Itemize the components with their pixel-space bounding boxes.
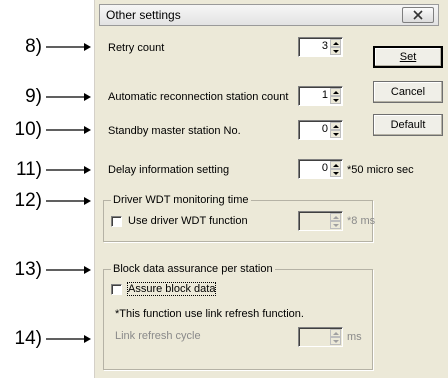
standby-master-value: 0 <box>321 123 328 135</box>
use-driver-wdt-checkbox[interactable] <box>111 216 122 227</box>
spin-down-icon <box>330 337 341 345</box>
callout-number: 10) <box>14 119 42 140</box>
callout-9: 9) <box>0 85 92 109</box>
assure-block-data-checkbox[interactable] <box>111 284 122 295</box>
callout-14: 14) <box>0 327 92 351</box>
spin-up-icon[interactable] <box>330 88 341 96</box>
callout-13: 13) <box>0 258 92 282</box>
retry-count-label: Retry count <box>108 42 165 54</box>
spin-down-icon[interactable] <box>330 169 341 177</box>
wdt-time-spinner <box>298 211 343 231</box>
other-settings-dialog: Other settings Retry count 3 Automatic r… <box>93 0 448 378</box>
callout-number: 14) <box>14 328 42 349</box>
spin-down-icon[interactable] <box>330 47 341 55</box>
close-x-icon <box>413 10 423 20</box>
callout-12: 12) <box>0 189 92 213</box>
close-button[interactable] <box>402 7 434 23</box>
driver-wdt-group: Driver WDT monitoring time Use driver WD… <box>103 194 376 242</box>
retry-count-value: 3 <box>321 40 328 52</box>
spin-up-icon[interactable] <box>330 161 341 169</box>
reconnection-count-value: 1 <box>321 89 328 101</box>
spin-down-icon <box>330 221 341 229</box>
callout-8: 8) <box>0 35 92 59</box>
reconnection-count-spinner[interactable]: 1 <box>298 86 343 106</box>
spin-up-icon[interactable] <box>330 39 341 47</box>
wdt-unit-label: *8 ms <box>347 215 376 227</box>
dialog-titlebar[interactable]: Other settings <box>99 4 439 26</box>
spin-down-icon[interactable] <box>330 130 341 138</box>
arrow-right-icon <box>46 335 91 343</box>
dialog-title: Other settings <box>106 8 181 22</box>
delay-info-label: Delay information setting <box>108 164 230 176</box>
block-data-legend: Block data assurance per station <box>111 263 275 275</box>
callout-number: 13) <box>14 259 42 280</box>
spin-up-icon <box>330 329 341 337</box>
reconnection-count-label: Automatic reconnection station count <box>108 91 289 103</box>
link-refresh-unit-label: ms <box>347 331 362 343</box>
retry-count-spinner[interactable]: 3 <box>298 37 343 57</box>
spin-up-icon <box>330 213 341 221</box>
delay-info-spinner[interactable]: 0 <box>298 159 343 179</box>
driver-wdt-legend: Driver WDT monitoring time <box>111 194 251 206</box>
link-refresh-cycle-label: Link refresh cycle <box>115 330 201 342</box>
callout-number: 9) <box>25 86 42 107</box>
link-refresh-note: *This function use link refresh function… <box>115 308 304 320</box>
arrow-right-icon <box>46 126 91 134</box>
arrow-right-icon <box>46 266 91 274</box>
standby-master-spinner[interactable]: 0 <box>298 120 343 140</box>
set-button[interactable]: Set <box>373 46 443 68</box>
callout-11: 11) <box>0 158 92 182</box>
use-driver-wdt-label[interactable]: Use driver WDT function <box>128 215 248 227</box>
block-data-group: Block data assurance per station Assure … <box>103 263 373 370</box>
callout-number: 8) <box>25 36 42 57</box>
arrow-right-icon <box>46 43 91 51</box>
arrow-right-icon <box>46 197 91 205</box>
set-button-label: Set <box>399 51 417 63</box>
link-refresh-cycle-spinner <box>298 327 343 347</box>
cancel-button[interactable]: Cancel <box>373 81 443 103</box>
assure-block-data-label[interactable]: Assure block data <box>126 282 217 296</box>
arrow-right-icon <box>46 166 91 174</box>
delay-info-value: 0 <box>321 162 328 174</box>
spin-up-icon[interactable] <box>330 122 341 130</box>
spin-down-icon[interactable] <box>330 96 341 104</box>
default-button-label: Default <box>390 119 426 131</box>
callout-number: 11) <box>15 159 42 180</box>
callout-number: 12) <box>14 190 42 211</box>
default-button[interactable]: Default <box>373 114 443 136</box>
callout-10: 10) <box>0 118 92 142</box>
arrow-right-icon <box>46 93 91 101</box>
cancel-button-label: Cancel <box>390 86 426 98</box>
delay-unit-label: *50 micro sec <box>347 164 414 176</box>
standby-master-label: Standby master station No. <box>108 125 241 137</box>
